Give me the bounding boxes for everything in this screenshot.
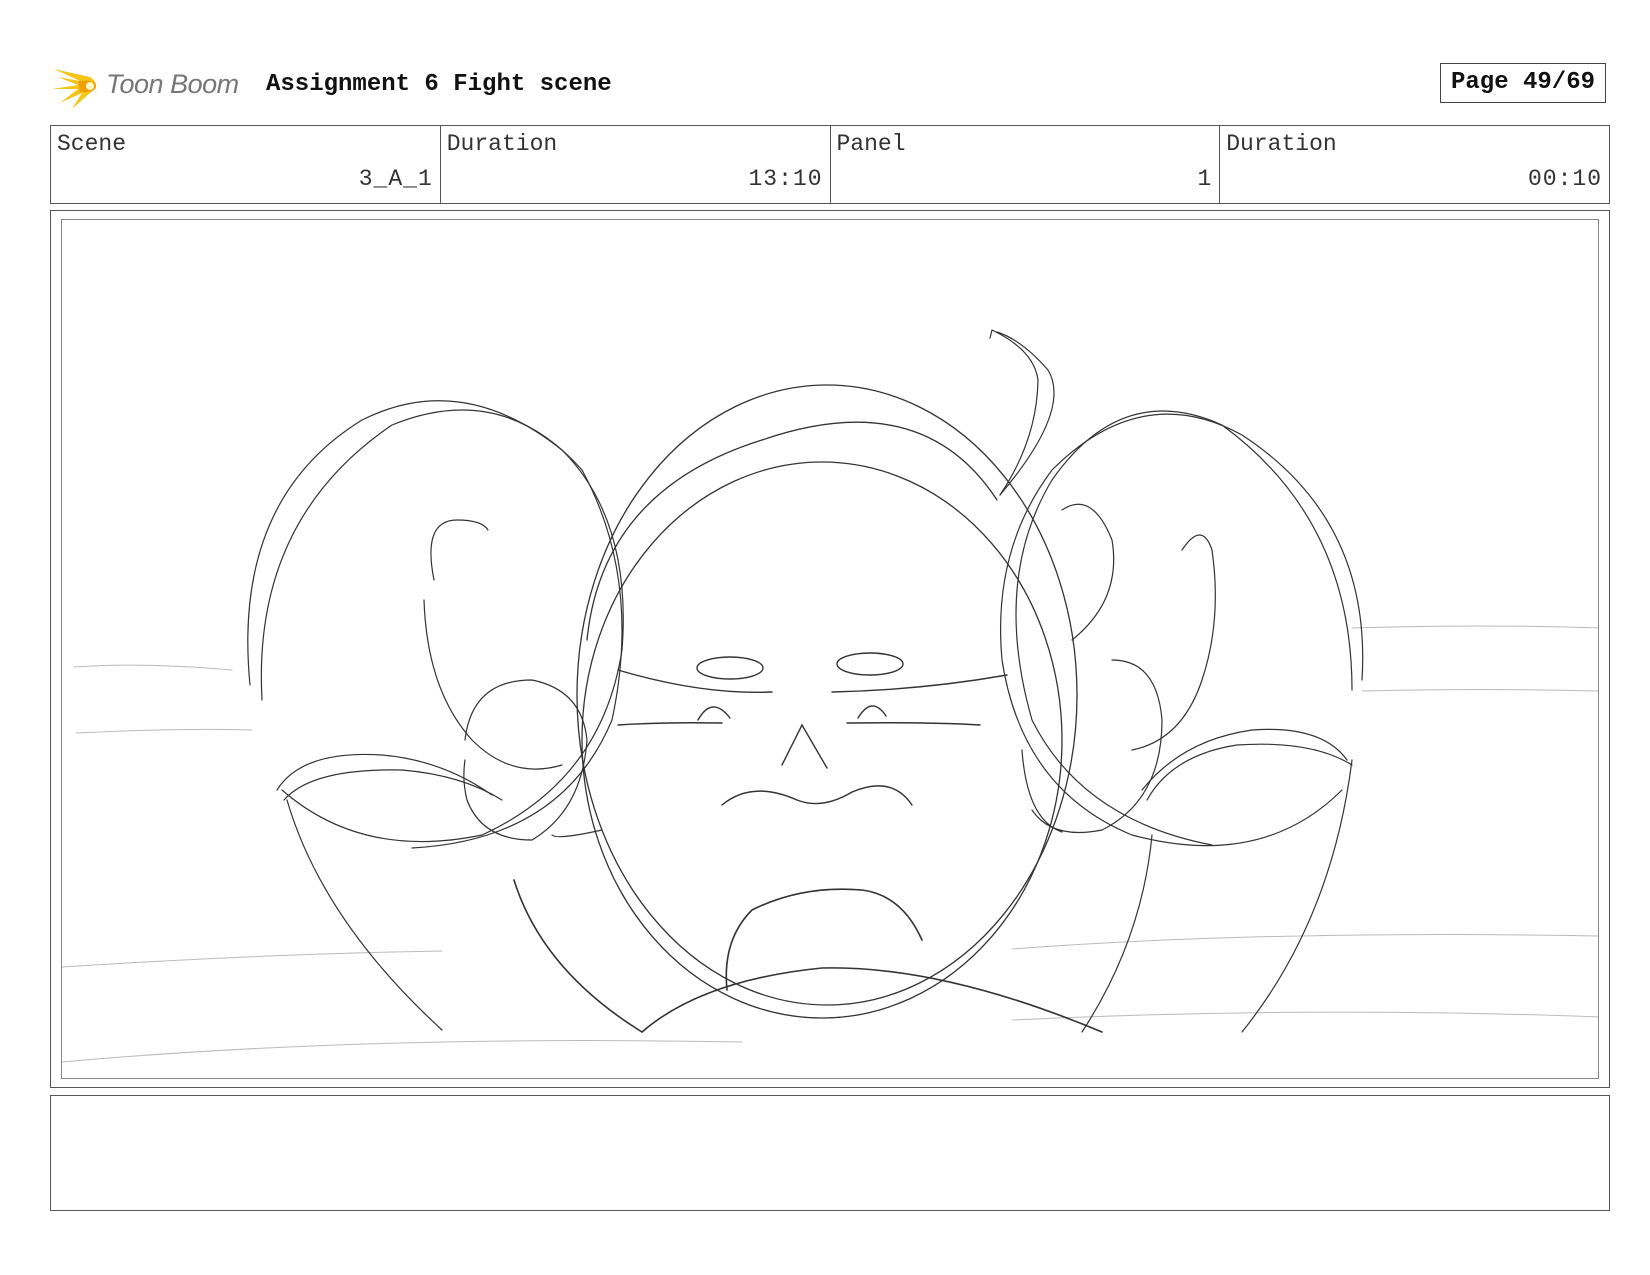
panel-notes-box — [50, 1095, 1610, 1211]
panel-cell: Panel 1 — [831, 126, 1221, 203]
panel-value: 1 — [1197, 166, 1213, 192]
scene-duration-label: Duration — [446, 131, 558, 157]
scene-info-table: Scene 3_A_1 Duration 13:10 Panel 1 Durat… — [50, 125, 1610, 204]
scene-value: 3_A_1 — [358, 166, 433, 192]
panel-label: Panel — [836, 131, 906, 157]
scene-duration-value: 13:10 — [748, 166, 823, 192]
page-indicator: Page 49/69 — [1440, 63, 1606, 103]
character-sketch-drawing — [62, 329, 1598, 1063]
toon-boom-starburst-icon — [52, 69, 96, 109]
scene-label: Scene — [57, 131, 127, 157]
panel-duration-value: 00:10 — [1527, 166, 1602, 192]
scene-cell: Scene 3_A_1 — [51, 126, 441, 203]
logo-text: Toon Boom — [106, 69, 239, 99]
storyboard-panel-frame — [50, 210, 1610, 1088]
toon-boom-logo: Toon Boom — [50, 59, 250, 111]
scene-duration-cell: Duration 13:10 — [441, 126, 831, 203]
document-title: Assignment 6 Fight scene — [266, 71, 612, 98]
storyboard-panel-image — [61, 219, 1599, 1079]
panel-duration-cell: Duration 00:10 — [1220, 126, 1609, 203]
page-header: Toon Boom Assignment 6 Fight scene Page … — [50, 55, 1610, 115]
panel-duration-label: Duration — [1226, 131, 1337, 157]
